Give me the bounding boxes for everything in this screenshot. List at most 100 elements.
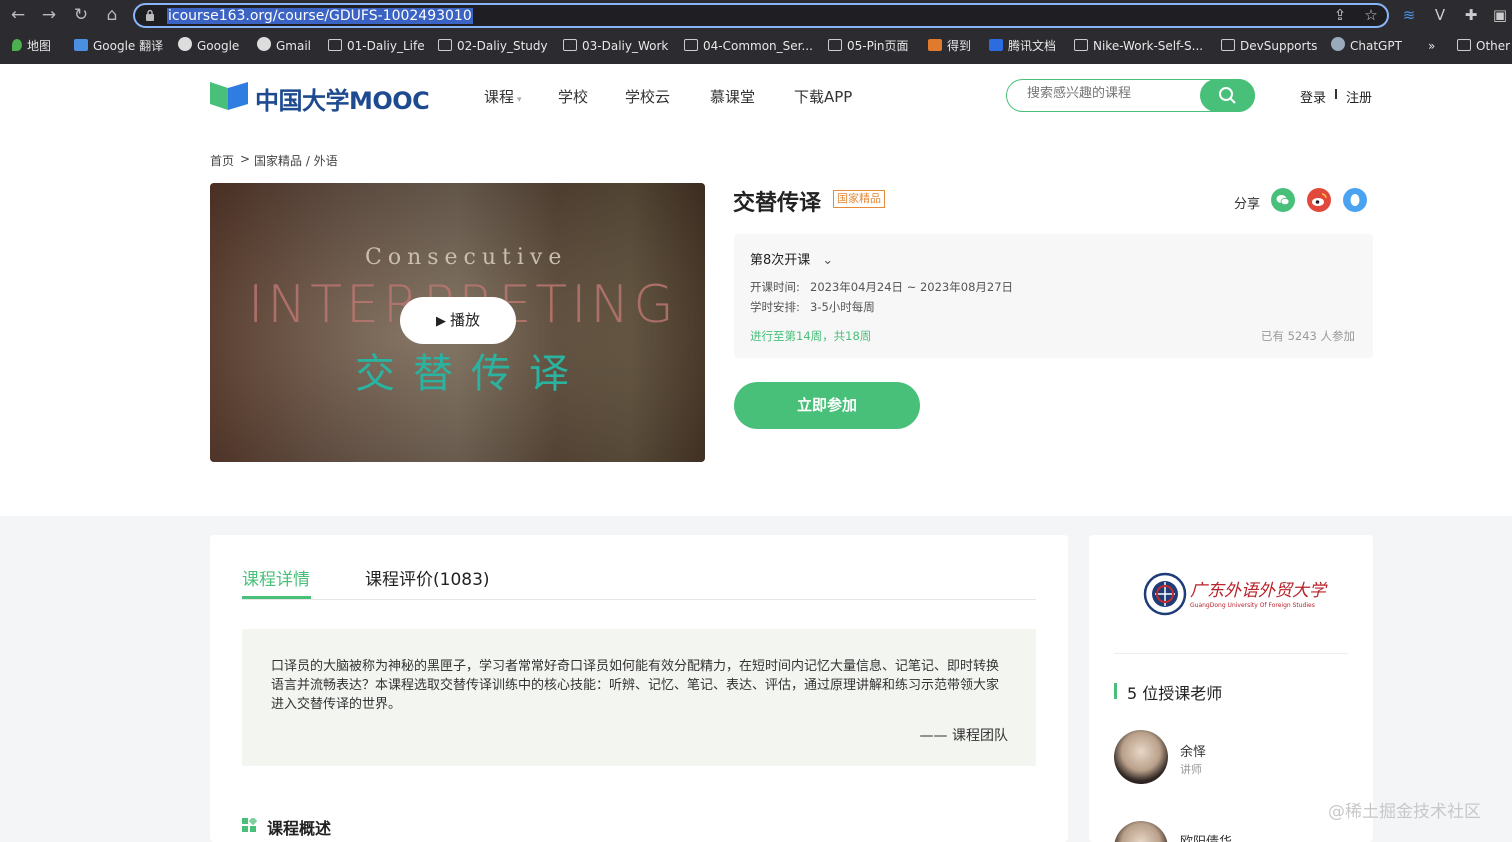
folder-icon xyxy=(828,39,842,51)
breadcrumb-home[interactable]: 首页 xyxy=(210,152,234,169)
teacher-name[interactable]: 余怿 xyxy=(1180,741,1206,760)
search-input[interactable] xyxy=(1027,86,1197,101)
teacher-name[interactable]: 欧阳倩华 xyxy=(1180,831,1232,842)
weibo-share-icon[interactable] xyxy=(1307,188,1331,212)
extensions-puzzle-icon[interactable]: ✚ xyxy=(1461,5,1481,25)
teacher-role: 讲师 xyxy=(1180,763,1202,776)
course-intro-quote: 口译员的大脑被称为神秘的黑匣子，学习者常常好奇口译员如何能有效分配精力，在短时间… xyxy=(242,629,1036,766)
bookmark-folder-04[interactable]: 04-Common_Ser... xyxy=(684,37,813,55)
map-pin-icon xyxy=(12,39,22,51)
login-divider xyxy=(1335,89,1337,99)
bookmark-gmail[interactable]: Gmail xyxy=(257,37,311,55)
folder-icon xyxy=(1457,39,1471,51)
bookmark-folder-devsupports[interactable]: DevSupports xyxy=(1221,37,1317,55)
browser-chrome: ← → ↻ ⌂ icourse163.org/course/GDUFS-1002… xyxy=(0,0,1512,64)
university-name-en: GuangDong University Of Foreign Studies xyxy=(1190,602,1315,609)
course-title: 交替传译 xyxy=(733,191,822,216)
caret-down-icon: ▾ xyxy=(517,95,522,105)
session-selector[interactable]: 第8次开课 ⌄ xyxy=(750,249,833,268)
nav-download-app[interactable]: 下载APP xyxy=(794,86,852,107)
bookmarks-overflow[interactable]: » xyxy=(1428,37,1435,55)
nav-mooc-classroom[interactable]: 慕课堂 xyxy=(710,86,755,107)
bookmark-google-translate[interactable]: Google 翻译 xyxy=(74,37,163,55)
chevron-down-icon: ⌄ xyxy=(822,253,834,268)
tab-course-reviews[interactable]: 课程评价(1083) xyxy=(365,565,490,590)
wechat-share-icon[interactable] xyxy=(1271,188,1295,212)
play-button[interactable]: ▶ 播放 xyxy=(400,297,516,344)
translate-icon xyxy=(74,39,88,51)
share-page-icon[interactable]: ⇪ xyxy=(1330,5,1350,25)
reload-icon[interactable]: ↻ xyxy=(71,5,91,25)
google-icon xyxy=(178,37,192,51)
folder-icon xyxy=(563,39,577,51)
teachers-heading: 5 位授课老师 xyxy=(1127,684,1223,703)
qq-glyph-icon xyxy=(1350,194,1360,206)
google-icon xyxy=(257,37,271,51)
join-now-button[interactable]: 立即参加 xyxy=(734,382,920,429)
side-divider xyxy=(1114,653,1348,654)
course-time-value: 2023年04月24日 ~ 2023年08月27日 xyxy=(810,280,1014,294)
weibo-glyph-icon xyxy=(1312,193,1327,206)
folder-icon xyxy=(684,39,698,51)
register-link[interactable]: 注册 xyxy=(1346,87,1372,106)
tab-divider xyxy=(242,599,1036,600)
juejin-watermark: @稀土掘金技术社区 xyxy=(1328,802,1481,822)
university-name: 广东外语外贸大学 xyxy=(1190,581,1326,601)
play-icon: ▶ xyxy=(435,314,446,329)
tencent-docs-icon xyxy=(989,39,1003,51)
search-box xyxy=(1006,78,1255,112)
bookmark-chatgpt[interactable]: ChatGPT xyxy=(1331,37,1402,55)
enrolled-count: 已有 5243 人参加 xyxy=(1260,329,1355,343)
site-logo-text[interactable]: 中国大学MOOC xyxy=(255,81,430,116)
back-icon[interactable]: ← xyxy=(8,5,28,25)
bookmark-folder-01[interactable]: 01-Daliy_Life xyxy=(328,37,425,55)
sidepanel-icon[interactable]: ▣ xyxy=(1490,5,1510,25)
login-link[interactable]: 登录 xyxy=(1300,87,1326,106)
search-button[interactable] xyxy=(1200,78,1255,112)
mooc-logo-icon[interactable] xyxy=(210,80,250,110)
teachers-accent-bar xyxy=(1114,683,1117,699)
breadcrumb-separator: > xyxy=(240,152,251,166)
nav-schools[interactable]: 学校 xyxy=(558,86,588,107)
lock-icon xyxy=(146,9,154,21)
search-icon xyxy=(1219,86,1236,104)
intro-text: 口译员的大脑被称为神秘的黑匣子，学习者常常好奇口译员如何能有效分配精力，在短时间… xyxy=(271,659,1000,712)
breadcrumb-category[interactable]: 国家精品 / 外语 xyxy=(254,152,338,169)
bookmark-folder-03[interactable]: 03-Daliy_Work xyxy=(563,37,668,55)
course-video[interactable]: Consecutive INTERPRETING 交替传译 ▶播放 xyxy=(210,183,705,462)
extension-v-icon[interactable]: V xyxy=(1430,5,1450,25)
bookmark-folder-02[interactable]: 02-Daliy_Study xyxy=(438,37,548,55)
video-title-line1: Consecutive xyxy=(365,245,568,270)
qq-share-icon[interactable] xyxy=(1343,188,1367,212)
address-bar[interactable]: icourse163.org/course/GDUFS-1002493010 xyxy=(133,3,1389,28)
tab-course-details[interactable]: 课程详情 xyxy=(242,565,310,590)
nav-courses[interactable]: 课程 ▾ xyxy=(484,86,522,107)
national-quality-badge: 国家精品 xyxy=(833,190,885,208)
bookmark-google[interactable]: Google xyxy=(178,37,239,55)
intro-signature: —— 课程团队 xyxy=(919,728,1008,744)
progress-text: 进行至第14周，共18周 xyxy=(750,329,872,343)
url-text[interactable]: icourse163.org/course/GDUFS-1002493010 xyxy=(167,8,473,24)
nav-school-cloud[interactable]: 学校云 xyxy=(625,86,670,107)
university-logo[interactable]: 广东外语外贸大学 GuangDong University Of Foreign… xyxy=(1143,572,1326,618)
overview-icon xyxy=(242,818,257,832)
overview-heading: 课程概述 xyxy=(267,819,332,838)
teacher-avatar[interactable] xyxy=(1114,730,1168,784)
bookmark-dedao[interactable]: 得到 xyxy=(928,37,971,55)
bookmark-star-icon[interactable]: ☆ xyxy=(1361,5,1381,25)
course-session-panel: 第8次开课 ⌄ 开课时间: 2023年04月24日 ~ 2023年08月27日 学… xyxy=(734,234,1373,358)
bookmark-tencent-docs[interactable]: 腾讯文档 xyxy=(989,37,1056,55)
bookmark-folder-nike[interactable]: Nike-Work-Self-S... xyxy=(1074,37,1203,55)
bookmark-maps[interactable]: 地图 xyxy=(12,37,51,55)
chatgpt-icon xyxy=(1331,37,1345,51)
folder-icon xyxy=(438,39,452,51)
dedao-icon xyxy=(928,39,942,51)
bookmark-folder-05[interactable]: 05-Pin页面 xyxy=(828,37,909,55)
bookmark-folder-other[interactable]: Other xyxy=(1457,37,1510,55)
home-icon[interactable]: ⌂ xyxy=(102,5,122,25)
course-time-label: 开课时间: xyxy=(750,280,800,294)
extension-layers-icon[interactable]: ≋ xyxy=(1399,5,1419,25)
folder-icon xyxy=(328,39,342,51)
forward-icon[interactable]: → xyxy=(39,5,59,25)
wechat-glyph-icon xyxy=(1276,195,1290,206)
